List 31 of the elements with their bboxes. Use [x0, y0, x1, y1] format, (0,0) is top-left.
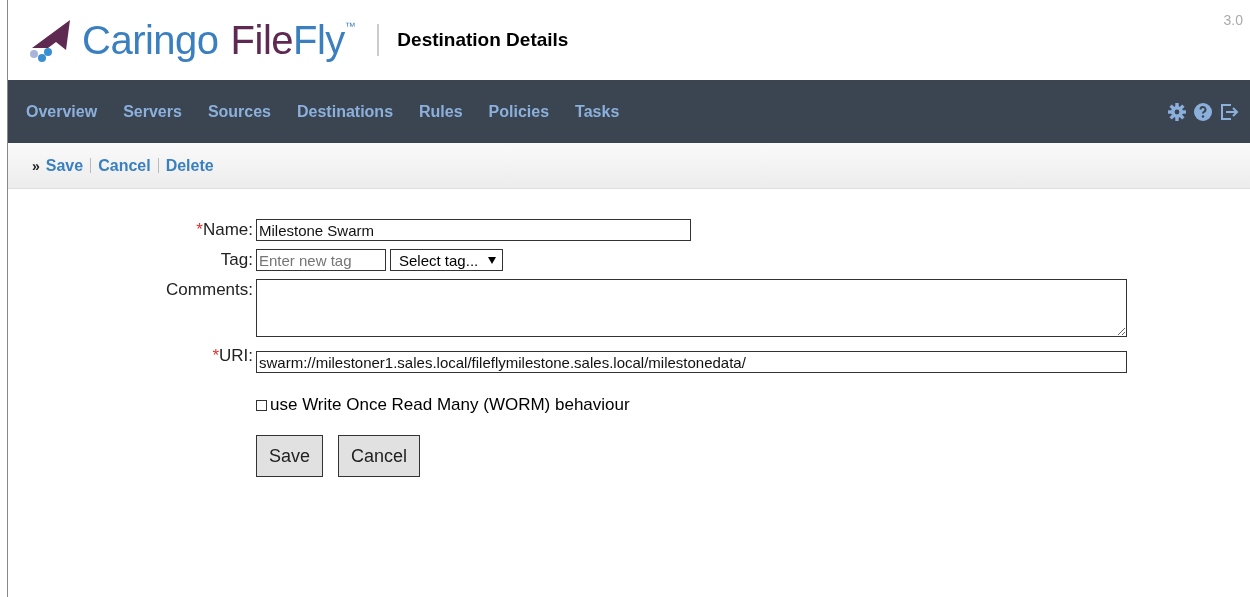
tag-select[interactable]: Select tag...: [390, 249, 504, 271]
settings-icon[interactable]: [1167, 101, 1187, 122]
nav-item[interactable]: Policies: [488, 102, 550, 121]
field-label: Comments:: [165, 279, 254, 301]
nav-item[interactable]: Rules: [419, 102, 463, 121]
version-label: 3.0: [1223, 12, 1243, 28]
nav-item[interactable]: Tasks: [575, 102, 620, 121]
dropdown-icon: [488, 256, 497, 264]
text-field[interactable]: Milestone Swarm: [256, 219, 691, 241]
text-field[interactable]: swarm://milestoner1.sales.local/fileflymilestone.sales.local/milestonedata/: [256, 351, 1127, 373]
nav-item[interactable]: Destinations: [297, 102, 394, 121]
form-button[interactable]: Cancel: [338, 435, 421, 477]
worm-checkbox[interactable]: [256, 399, 267, 411]
help-icon[interactable]: [1193, 101, 1213, 122]
action-link[interactable]: Delete: [165, 156, 214, 175]
breadcrumb-marker: »: [32, 157, 40, 174]
field-label: *Name:: [195, 219, 254, 241]
field-label: Tag:: [219, 249, 254, 271]
checkbox-label: use Write Once Read Many (WORM) behaviour: [270, 395, 630, 415]
comments-field[interactable]: [256, 279, 1127, 337]
field-label: *URI:: [211, 345, 254, 367]
nav-item[interactable]: Sources: [207, 102, 271, 121]
nav-item[interactable]: Overview: [26, 102, 98, 121]
form-button[interactable]: Save: [256, 435, 324, 477]
action-link[interactable]: Cancel: [98, 156, 151, 175]
nav-item[interactable]: Servers: [123, 102, 182, 121]
page-title: Destination Details: [397, 29, 569, 51]
action-link[interactable]: Save: [45, 156, 84, 175]
logo-text: Caringo FileFly™: [82, 17, 356, 63]
logout-icon[interactable]: [1219, 101, 1239, 122]
tag-field[interactable]: Enter new tag: [256, 249, 386, 271]
